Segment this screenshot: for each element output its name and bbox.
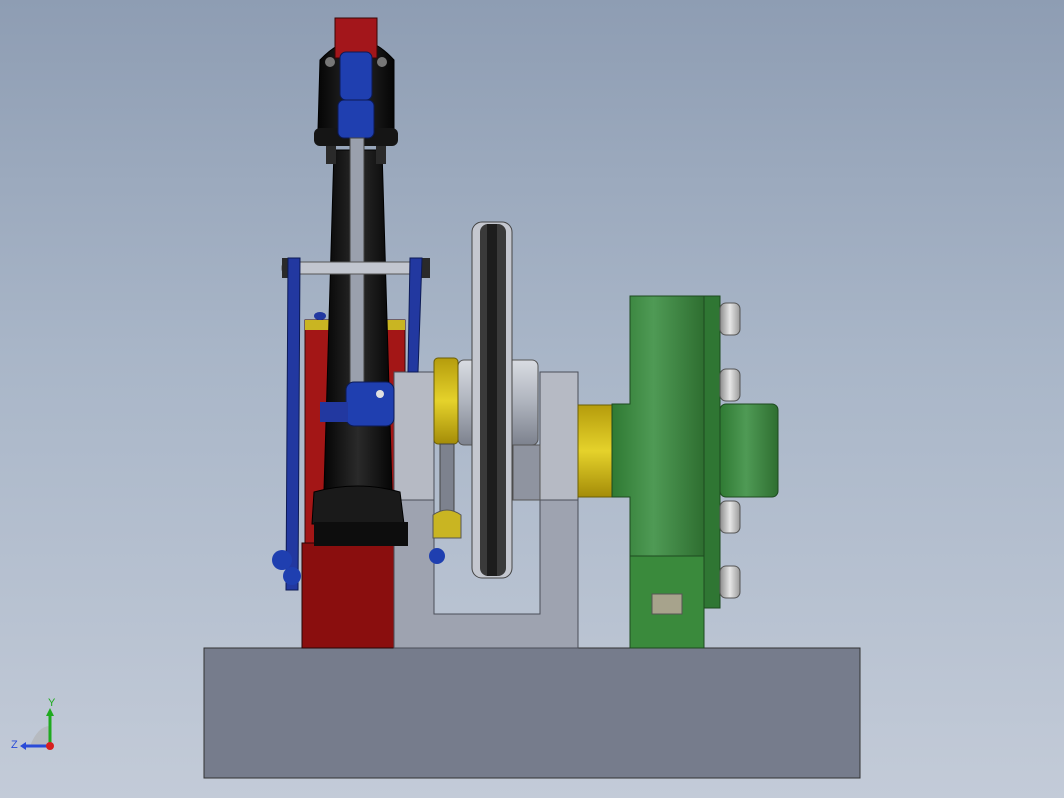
base-plate[interactable]	[203, 647, 861, 779]
z-axis-label: Z	[11, 739, 18, 751]
engine-assembly-model[interactable]	[0, 0, 1064, 798]
yellow-collar-right[interactable]	[577, 404, 613, 498]
eccentric-rod[interactable]	[432, 443, 462, 539]
yellow-collar-left[interactable]	[433, 357, 459, 445]
green-generator[interactable]	[611, 295, 779, 649]
flywheel[interactable]	[471, 221, 513, 579]
view-orientation-triad: Y Z	[11, 697, 56, 751]
red-foot-block[interactable]	[301, 542, 409, 649]
graphics-viewport[interactable]: Y Z	[0, 0, 1064, 798]
y-axis-label: Y	[48, 697, 56, 709]
x-axis-dot	[46, 742, 54, 750]
